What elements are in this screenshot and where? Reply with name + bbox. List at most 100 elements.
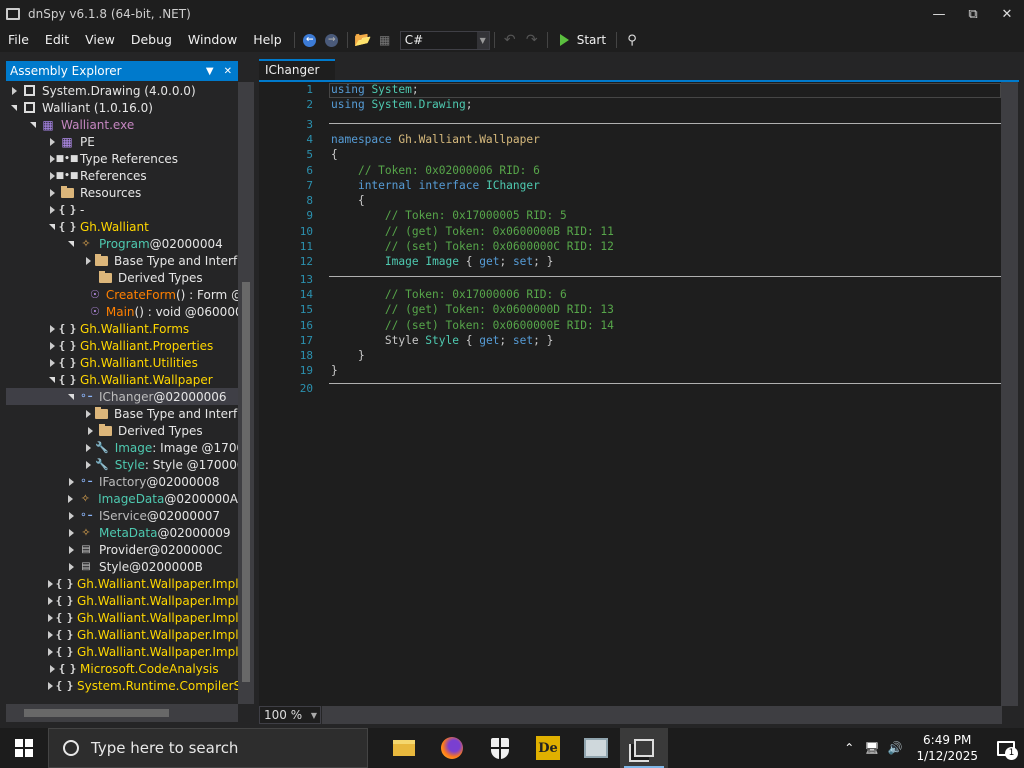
tree-item[interactable]: ⚬– IChanger @02000006 <box>6 388 238 405</box>
menu-view[interactable]: View <box>77 28 123 52</box>
expand-arrow-icon[interactable] <box>48 613 53 623</box>
expand-arrow-icon[interactable] <box>48 341 56 351</box>
tree-item[interactable]: { } Gh.Walliant <box>6 218 238 235</box>
tree-item[interactable]: { } - <box>6 201 238 218</box>
tree-item[interactable]: ⚬– IFactory @02000008 <box>6 473 238 490</box>
editor-horizontal-scrollbar[interactable] <box>322 706 1002 724</box>
firefox-taskbar-button[interactable] <box>428 728 476 768</box>
tree-item[interactable]: { } Gh.Walliant.Wallpaper.Impl.S <box>6 643 238 660</box>
tree-item[interactable]: ✧ MetaData @02000009 <box>6 524 238 541</box>
expand-arrow-icon[interactable] <box>48 647 53 657</box>
tree-item[interactable]: ▦ PE <box>6 133 238 150</box>
menu-file[interactable]: File <box>0 28 37 52</box>
code-editor[interactable]: 1 2 3 4 5 6 7 8 9 10 11 12 13 14 15 16 17 18 19 20 using Sy… <box>259 82 1001 706</box>
taskbar-search-box[interactable]: Type here to search <box>48 728 368 768</box>
tree-item[interactable]: ✧ Program @02000004 <box>6 235 238 252</box>
menu-window[interactable]: Window <box>180 28 245 52</box>
minimize-button[interactable]: — <box>922 0 956 28</box>
tree-item[interactable]: Derived Types <box>6 269 238 286</box>
expand-arrow-icon[interactable] <box>48 630 53 640</box>
tree-item[interactable]: { } System.Runtime.CompilerSer <box>6 677 238 694</box>
tree-item[interactable]: { } Gh.Walliant.Forms <box>6 320 238 337</box>
menu-debug[interactable]: Debug <box>123 28 180 52</box>
tree-item[interactable]: Base Type and Interfac <box>6 405 238 422</box>
expand-arrow-icon[interactable] <box>86 443 91 453</box>
language-select[interactable]: C# ▼ <box>399 30 490 50</box>
collapse-arrow-icon[interactable] <box>48 375 56 385</box>
start-debug-button[interactable]: Start <box>559 33 606 47</box>
tree-item[interactable]: ▤ Style @0200000B <box>6 558 238 575</box>
expand-arrow-icon[interactable] <box>48 324 56 334</box>
expand-arrow-icon[interactable] <box>67 528 75 538</box>
tree-item[interactable]: { } Gh.Walliant.Wallpaper.Impl.C <box>6 592 238 609</box>
undo-button[interactable]: ↶ <box>500 30 520 50</box>
collapse-arrow-icon[interactable] <box>67 392 75 402</box>
expand-arrow-icon[interactable] <box>67 562 75 572</box>
tree-vertical-scrollbar[interactable] <box>238 82 254 704</box>
expand-arrow-icon[interactable] <box>86 256 91 266</box>
tree-item[interactable]: Resources <box>6 184 238 201</box>
tree-item[interactable]: 🔧 Style : Style @1700000 <box>6 456 238 473</box>
panel-close-icon[interactable]: ✕ <box>224 66 232 77</box>
collapse-arrow-icon[interactable] <box>29 120 37 130</box>
tree-item[interactable]: { } Gh.Walliant.Wallpaper.Impl.S <box>6 609 238 626</box>
open-file-button[interactable]: 📂 <box>353 30 373 50</box>
menu-help[interactable]: Help <box>245 28 290 52</box>
expand-arrow-icon[interactable] <box>48 596 53 606</box>
expand-arrow-icon[interactable] <box>67 545 75 555</box>
expand-arrow-icon[interactable] <box>48 205 56 215</box>
tree-item[interactable]: ☉ Main() : void @060000 <box>6 303 238 320</box>
tree-item[interactable]: { } Microsoft.CodeAnalysis <box>6 660 238 677</box>
show-hidden-icons-chevron-icon[interactable]: ⌃ <box>844 741 854 755</box>
tree-item[interactable]: { } Gh.Walliant.Properties <box>6 337 238 354</box>
menu-edit[interactable]: Edit <box>37 28 77 52</box>
expand-arrow-icon[interactable] <box>48 681 53 691</box>
notification-center-button[interactable]: 1 <box>988 728 1024 768</box>
tree-item[interactable]: System.Drawing (4.0.0.0) <box>6 82 238 99</box>
expand-arrow-icon[interactable] <box>86 460 91 470</box>
open-list-button[interactable]: ▦ <box>375 30 395 50</box>
expand-arrow-icon[interactable] <box>10 86 18 96</box>
expand-arrow-icon[interactable] <box>48 664 56 674</box>
tree-item[interactable]: { } Gh.Walliant.Wallpaper <box>6 371 238 388</box>
panel-dropdown-icon[interactable]: ▼ <box>206 66 214 77</box>
collapse-arrow-icon[interactable] <box>67 239 75 249</box>
dnspy-taskbar-button[interactable] <box>620 728 668 768</box>
navigate-forward-button[interactable]: → <box>322 30 342 50</box>
de4dot-taskbar-button[interactable]: De <box>524 728 572 768</box>
clock[interactable]: 6:49 PM 1/12/2025 <box>916 732 978 764</box>
tree-item[interactable]: ✧ ImageData @0200000A <box>6 490 238 507</box>
tree-item[interactable]: { } Gh.Walliant.Wallpaper.Impl.C <box>6 575 238 592</box>
expand-arrow-icon[interactable] <box>67 511 75 521</box>
close-button[interactable]: ✕ <box>990 0 1024 28</box>
zoom-select[interactable]: 100 % ▼ <box>259 706 321 724</box>
tree-item[interactable]: ☉ CreateForm() : Form @ <box>6 286 238 303</box>
redo-button[interactable]: ↷ <box>522 30 542 50</box>
editor-vertical-scrollbar[interactable] <box>1001 82 1018 706</box>
tree-item[interactable]: { } Gh.Walliant.Utilities <box>6 354 238 371</box>
collapse-arrow-icon[interactable] <box>48 222 56 232</box>
tree-item[interactable]: Base Type and Interfac <box>6 252 238 269</box>
tree-horizontal-scrollbar[interactable] <box>6 704 238 722</box>
expand-arrow-icon[interactable] <box>48 137 56 147</box>
search-button[interactable]: ⚲ <box>622 30 642 50</box>
network-icon[interactable]: 🖥 <box>864 741 879 755</box>
image-app-taskbar-button[interactable] <box>572 728 620 768</box>
security-taskbar-button[interactable] <box>476 728 524 768</box>
expand-arrow-icon[interactable] <box>67 477 75 487</box>
start-button[interactable] <box>0 728 48 768</box>
navigate-back-button[interactable]: ← <box>300 30 320 50</box>
tree-item[interactable]: ▦ Walliant.exe <box>6 116 238 133</box>
tree-item[interactable]: ■•■ References <box>6 167 238 184</box>
tree-item[interactable]: { } Gh.Walliant.Wallpaper.Impl.S <box>6 626 238 643</box>
expand-arrow-icon[interactable] <box>86 426 94 436</box>
expand-arrow-icon[interactable] <box>67 494 75 504</box>
tab-ichanger[interactable]: IChanger <box>259 59 335 81</box>
tree-item[interactable]: ▤ Provider @0200000C <box>6 541 238 558</box>
tree-item[interactable]: ■•■ Type References <box>6 150 238 167</box>
volume-icon[interactable]: 🔊 <box>888 741 903 755</box>
restore-button[interactable]: ⧉ <box>956 0 990 28</box>
expand-arrow-icon[interactable] <box>48 579 53 589</box>
file-explorer-taskbar-button[interactable] <box>380 728 428 768</box>
tree-item[interactable]: 🔧 Image : Image @1700 <box>6 439 238 456</box>
